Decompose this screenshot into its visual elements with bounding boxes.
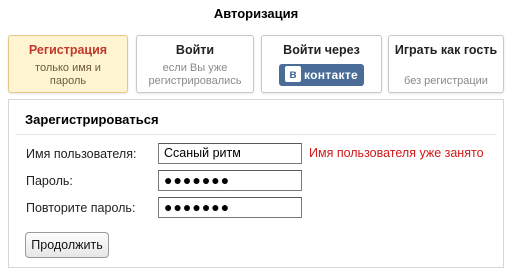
page-title: Авторизация xyxy=(213,6,299,21)
tab-guest[interactable]: Играть как гость без регистрации xyxy=(388,35,504,93)
tab-login-vk[interactable]: Войти через в контакте xyxy=(261,35,382,93)
password-repeat-label: Повторите пароль: xyxy=(26,201,136,215)
vk-logo-text: контакте xyxy=(304,68,358,82)
tab-registration-subtitle-line1: только имя и xyxy=(35,62,101,74)
tab-login-subtitle-line2: регистрировались xyxy=(148,75,242,87)
tab-login-vk-title: Войти через xyxy=(283,43,360,57)
tab-guest-title: Играть как гость xyxy=(394,43,498,57)
registration-panel: Зарегистрироваться Имя пользователя: Сса… xyxy=(8,99,504,268)
tab-guest-subtitle: без регистрации xyxy=(404,75,488,87)
password-repeat-field[interactable]: ●●●●●●● xyxy=(158,197,302,218)
tab-registration[interactable]: Регистрация только имя и пароль xyxy=(8,35,128,93)
vkontakte-logo[interactable]: в контакте xyxy=(279,64,364,86)
tab-login-subtitle-line1: если Вы уже xyxy=(162,62,228,74)
password-field[interactable]: ●●●●●●● xyxy=(158,170,302,191)
vk-icon: в xyxy=(285,66,302,82)
continue-button[interactable]: Продолжить xyxy=(25,232,109,258)
registration-heading: Зарегистрироваться xyxy=(25,112,159,127)
tab-login[interactable]: Войти если Вы уже регистрировались xyxy=(136,35,254,93)
tab-registration-subtitle-line2: пароль xyxy=(49,75,87,87)
username-error: Имя пользователя уже занято xyxy=(309,146,484,160)
tab-login-title: Войти xyxy=(175,43,215,57)
username-label: Имя пользователя: xyxy=(26,147,137,161)
username-field[interactable]: Ссаный ритм xyxy=(158,143,302,164)
password-label: Пароль: xyxy=(26,174,73,188)
tab-registration-title: Регистрация xyxy=(28,43,108,57)
divider xyxy=(16,134,496,135)
